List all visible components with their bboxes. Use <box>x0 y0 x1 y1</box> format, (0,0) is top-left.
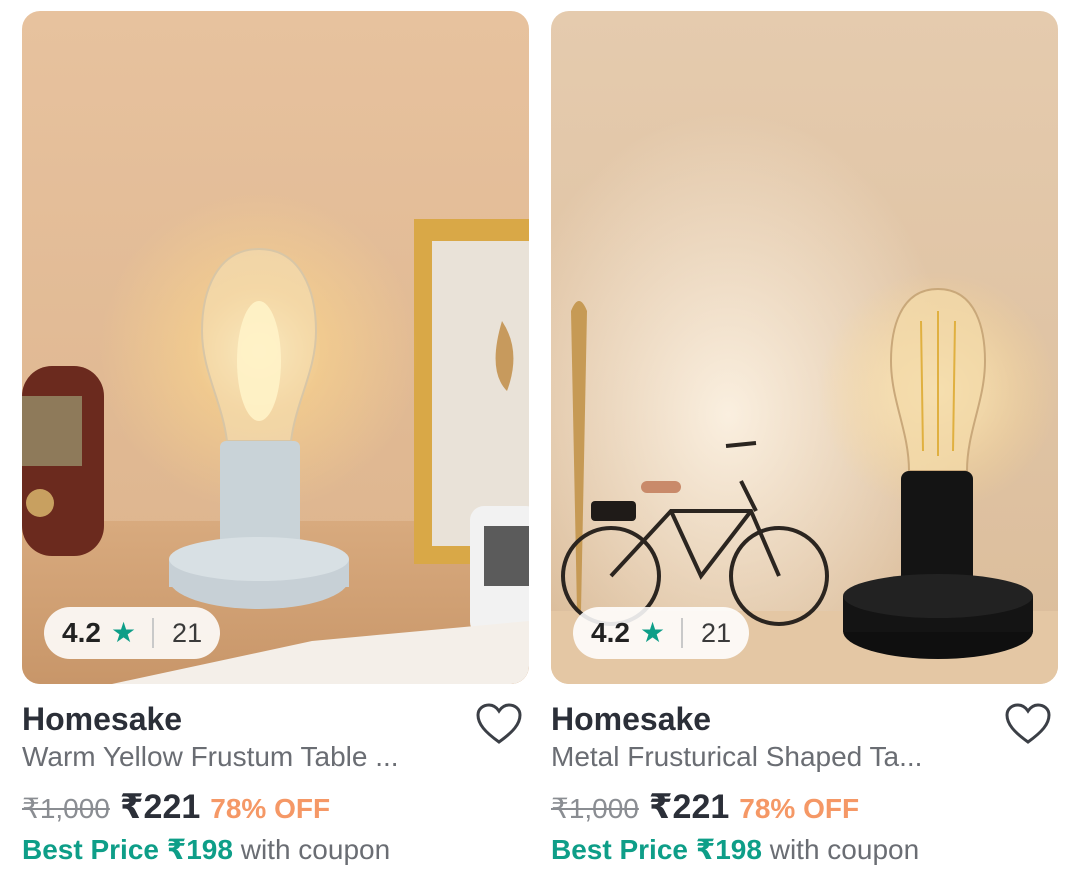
discount-badge: 78% OFF <box>739 793 860 824</box>
heart-outline-icon[interactable] <box>1004 702 1052 746</box>
discount-badge: 78% OFF <box>210 793 331 824</box>
rating-badge: 4.2 ★ 21 <box>573 607 750 659</box>
product-card[interactable]: 4.2 ★ 21 Homesake Warm Yellow Frustum Ta… <box>22 11 529 877</box>
mrp-price: ₹1,000 <box>22 793 110 824</box>
product-title[interactable]: Warm Yellow Frustum Table ... <box>22 741 452 773</box>
best-price: Best Price ₹198 <box>551 834 762 865</box>
product-brand: Homesake <box>551 701 712 737</box>
product-photo <box>22 11 529 684</box>
heart-outline-icon[interactable] <box>475 702 523 746</box>
product-image[interactable]: 4.2 ★ 21 <box>22 11 529 684</box>
best-price: Best Price ₹198 <box>22 834 233 865</box>
best-price-row: Best Price ₹198 with coupon <box>22 833 390 866</box>
coupon-note: with coupon <box>769 834 920 865</box>
coupon-note: with coupon <box>240 834 391 865</box>
price-row: ₹1,000 ₹221 78% OFF <box>22 787 330 827</box>
product-photo <box>551 11 1058 684</box>
price-row: ₹1,000 ₹221 78% OFF <box>551 787 859 827</box>
rating-score: 4.2 <box>591 617 630 648</box>
best-price-row: Best Price ₹198 with coupon <box>551 833 919 866</box>
product-title[interactable]: Metal Frusturical Shaped Ta... <box>551 741 981 773</box>
selling-price: ₹221 <box>648 788 730 826</box>
product-image[interactable]: 4.2 ★ 21 <box>551 11 1058 684</box>
product-brand: Homesake <box>22 701 183 737</box>
rating-count: 21 <box>701 617 732 648</box>
rating-divider <box>152 618 155 648</box>
star-icon: ★ <box>110 617 137 648</box>
rating-count: 21 <box>172 617 203 648</box>
rating-divider <box>681 618 684 648</box>
star-icon: ★ <box>639 617 666 648</box>
mrp-price: ₹1,000 <box>551 793 639 824</box>
rating-score: 4.2 <box>62 617 101 648</box>
selling-price: ₹221 <box>119 788 201 826</box>
rating-badge: 4.2 ★ 21 <box>44 607 221 659</box>
product-card[interactable]: 4.2 ★ 21 Homesake Metal Frusturical Shap… <box>551 11 1058 877</box>
